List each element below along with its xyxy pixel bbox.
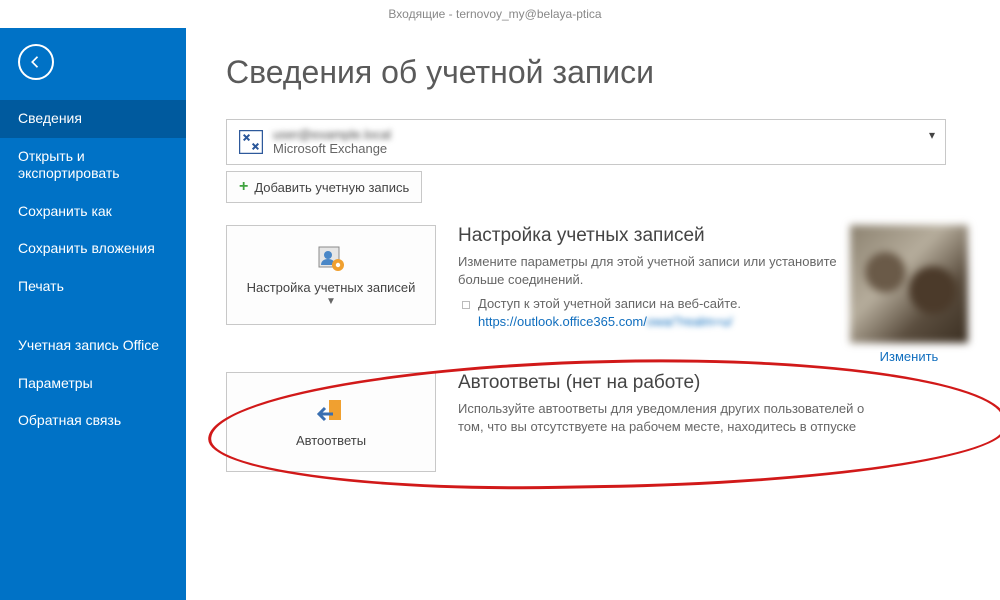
auto-reply-title: Автоответы (нет на работе) <box>458 372 866 394</box>
sidebar-item-feedback[interactable]: Обратная связь <box>0 402 186 440</box>
account-web-link-obscured: owa/?realm=u/ <box>647 314 733 329</box>
bullet-icon <box>462 301 470 309</box>
auto-reply-section: Автоответы Автоответы (нет на работе) Ис… <box>226 372 980 472</box>
back-button[interactable] <box>18 44 54 80</box>
change-photo-link[interactable]: Изменить <box>880 349 939 364</box>
account-settings-title: Настройка учетных записей <box>458 225 866 247</box>
sidebar-item-print[interactable]: Печать <box>0 268 186 306</box>
user-gear-icon <box>315 243 347 275</box>
account-web-access-text: Доступ к этой учетной записи на веб-сайт… <box>478 296 741 311</box>
auto-reply-tile-label: Автоответы <box>296 434 366 449</box>
account-web-link[interactable]: https://outlook.office365.com/owa/?realm… <box>478 314 733 329</box>
account-email: user@example.local <box>273 128 391 142</box>
sidebar-item-save-attachments[interactable]: Сохранить вложения <box>0 230 186 268</box>
auto-reply-tile[interactable]: Автоответы <box>226 372 436 472</box>
auto-reply-desc: Используйте автоответы для уведомления д… <box>458 400 866 435</box>
chevron-down-icon: ▼ <box>326 296 336 307</box>
account-type: Microsoft Exchange <box>273 142 391 156</box>
arrow-left-icon <box>27 53 45 71</box>
page-title: Сведения об учетной записи <box>226 54 980 91</box>
account-selector[interactable]: user@example.local Microsoft Exchange ▾ <box>226 119 946 165</box>
sidebar-item-office-account[interactable]: Учетная запись Office <box>0 327 186 365</box>
account-settings-tile-label: Настройка учетных записей <box>247 281 416 296</box>
add-account-button[interactable]: + Добавить учетную запись <box>226 171 422 203</box>
add-account-label: Добавить учетную запись <box>254 180 409 195</box>
sidebar-item-open-export[interactable]: Открыть и экспортировать <box>0 138 186 193</box>
account-settings-section: Настройка учетных записей ▼ Настройка уч… <box>226 225 980 332</box>
backstage-sidebar: Сведения Открыть и экспортировать Сохран… <box>0 28 186 600</box>
dropdown-caret-icon: ▾ <box>929 128 935 142</box>
main-content: Сведения об учетной записи user@example.… <box>186 28 1000 600</box>
profile-photo-box: Изменить <box>844 225 974 364</box>
account-web-link-visible: https://outlook.office365.com/ <box>478 314 647 329</box>
window-title: Входящие - ternovoy_my@belaya-ptica <box>0 0 1000 28</box>
sidebar-item-save-as[interactable]: Сохранить как <box>0 193 186 231</box>
plus-icon: + <box>239 178 248 196</box>
profile-photo <box>850 225 968 343</box>
account-settings-tile[interactable]: Настройка учетных записей ▼ <box>226 225 436 325</box>
sidebar-item-options[interactable]: Параметры <box>0 365 186 403</box>
sidebar-item-info[interactable]: Сведения <box>0 100 186 138</box>
account-settings-desc: Измените параметры для этой учетной запи… <box>458 253 866 288</box>
auto-reply-icon <box>315 396 347 428</box>
exchange-icon <box>237 128 265 156</box>
